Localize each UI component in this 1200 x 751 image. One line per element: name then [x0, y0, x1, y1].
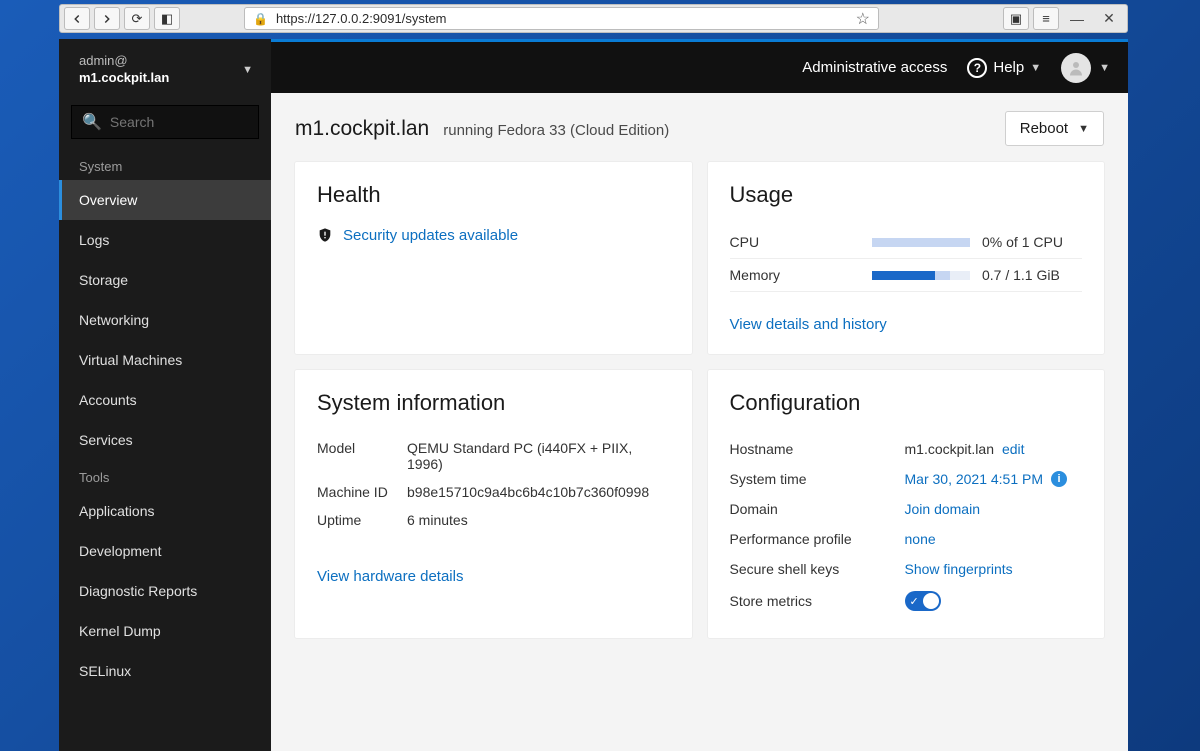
usage-card: Usage CPU 0% of 1 CPU Memory 0.7 / 1. [708, 162, 1105, 354]
search-icon: 🔍 [82, 112, 102, 132]
chevron-down-icon: ▼ [1030, 62, 1041, 74]
sidebar-item-networking[interactable]: Networking [59, 300, 271, 340]
sidebar-item-development[interactable]: Development [59, 531, 271, 571]
config-key-domain: Domain [730, 501, 905, 517]
administrative-access-link[interactable]: Administrative access [802, 59, 947, 76]
sidebar-item-logs[interactable]: Logs [59, 220, 271, 260]
reboot-button[interactable]: Reboot ▼ [1005, 111, 1104, 146]
browser-reload-button[interactable]: ⟳ [124, 7, 150, 30]
sidebar: admin@ m1.cockpit.lan ▼ 🔍 System Overvie… [59, 39, 271, 751]
system-time-link[interactable]: Mar 30, 2021 4:51 PM [905, 471, 1044, 487]
help-icon: ? [967, 58, 987, 78]
sysinfo-val: 6 minutes [407, 512, 670, 528]
sidebar-item-applications[interactable]: Applications [59, 491, 271, 531]
browser-home-button[interactable]: ◧ [154, 7, 180, 30]
help-label: Help [993, 59, 1024, 76]
sidebar-item-kernel-dump[interactable]: Kernel Dump [59, 611, 271, 651]
sysinfo-key: Model [317, 440, 407, 472]
page-subtitle: running Fedora 33 (Cloud Edition) [443, 122, 669, 139]
usage-label: Memory [730, 267, 860, 283]
browser-forward-button[interactable] [94, 7, 120, 30]
config-key-perf: Performance profile [730, 531, 905, 547]
info-icon[interactable]: i [1051, 471, 1067, 487]
host-selector-user: admin@ [79, 53, 169, 70]
reboot-label: Reboot [1020, 120, 1068, 137]
join-domain-link[interactable]: Join domain [905, 501, 981, 517]
config-key-systime: System time [730, 471, 905, 487]
url-bar[interactable]: 🔒 https://127.0.0.2:9091/system ☆ [244, 7, 879, 30]
help-menu[interactable]: ? Help ▼ [967, 58, 1041, 78]
sidebar-item-diagnostic[interactable]: Diagnostic Reports [59, 571, 271, 611]
sysinfo-key: Uptime [317, 512, 407, 528]
usage-row-cpu: CPU 0% of 1 CPU [730, 226, 1083, 259]
sysinfo-card: System information Model QEMU Standard P… [295, 370, 692, 638]
chevron-right-icon [100, 12, 114, 26]
usage-value: 0% of 1 CPU [982, 234, 1082, 250]
search-input[interactable] [110, 114, 248, 130]
browser-chrome: ⟳ ◧ 🔒 https://127.0.0.2:9091/system ☆ ▣ … [59, 4, 1128, 33]
host-selector-host: m1.cockpit.lan [79, 70, 169, 87]
sidebar-item-services[interactable]: Services [59, 420, 271, 460]
sysinfo-row: Machine ID b98e15710c9a4bc6b4c10b7c360f0… [317, 478, 670, 506]
content: Administrative access ? Help ▼ ▼ m1.cock… [271, 39, 1128, 751]
edit-hostname-link[interactable]: edit [1002, 441, 1025, 457]
usage-row-memory: Memory 0.7 / 1.1 GiB [730, 259, 1083, 292]
usage-title: Usage [730, 182, 1083, 208]
memory-bar [872, 271, 971, 280]
usage-value: 0.7 / 1.1 GiB [982, 267, 1082, 283]
chevron-down-icon: ▼ [1099, 62, 1110, 74]
sysinfo-val: QEMU Standard PC (i440FX + PIIX, 1996) [407, 440, 670, 472]
chevron-down-icon: ▼ [1078, 123, 1089, 135]
chevron-down-icon: ▼ [242, 64, 253, 76]
sysinfo-key: Machine ID [317, 484, 407, 500]
chevron-left-icon [70, 12, 84, 26]
window-minimize-button[interactable]: — [1063, 7, 1091, 30]
config-key-store: Store metrics [730, 593, 905, 609]
sidebar-search[interactable]: 🔍 [71, 105, 259, 139]
cpu-bar [872, 238, 971, 247]
sysinfo-row: Model QEMU Standard PC (i440FX + PIIX, 1… [317, 434, 670, 478]
lock-warning-icon: 🔒 [253, 12, 268, 26]
nav-section-tools: Tools [59, 460, 271, 491]
shield-alert-icon [317, 226, 333, 244]
config-hostname-value: m1.cockpit.lan [905, 441, 994, 457]
sidebar-item-accounts[interactable]: Accounts [59, 380, 271, 420]
user-menu[interactable]: ▼ [1061, 53, 1110, 83]
sidebar-item-selinux[interactable]: SELinux [59, 651, 271, 691]
nav-section-system: System [59, 149, 271, 180]
hardware-details-link[interactable]: View hardware details [317, 568, 463, 585]
usage-label: CPU [730, 234, 860, 250]
star-icon[interactable]: ☆ [856, 9, 870, 29]
config-key-ssh: Secure shell keys [730, 561, 905, 577]
config-key-hostname: Hostname [730, 441, 905, 457]
security-updates-link[interactable]: Security updates available [343, 227, 518, 244]
browser-back-button[interactable] [64, 7, 90, 30]
show-fingerprints-link[interactable]: Show fingerprints [905, 561, 1013, 577]
app-frame: admin@ m1.cockpit.lan ▼ 🔍 System Overvie… [59, 39, 1128, 751]
store-metrics-toggle[interactable]: ✓ [905, 591, 941, 611]
sysinfo-title: System information [317, 390, 670, 416]
check-icon: ✓ [910, 595, 919, 608]
usage-details-link[interactable]: View details and history [730, 316, 887, 333]
url-text: https://127.0.0.2:9091/system [276, 11, 848, 26]
sidebar-item-storage[interactable]: Storage [59, 260, 271, 300]
sysinfo-row: Uptime 6 minutes [317, 506, 670, 534]
browser-menu-button[interactable]: ≡ [1033, 7, 1059, 30]
page-title: m1.cockpit.lan [295, 117, 429, 141]
sysinfo-val: b98e15710c9a4bc6b4c10b7c360f0998 [407, 484, 670, 500]
sidebar-item-vms[interactable]: Virtual Machines [59, 340, 271, 380]
topbar: Administrative access ? Help ▼ ▼ [271, 39, 1128, 93]
host-selector[interactable]: admin@ m1.cockpit.lan ▼ [59, 39, 271, 101]
sidebar-item-overview[interactable]: Overview [59, 180, 271, 220]
perf-profile-link[interactable]: none [905, 531, 936, 547]
window-close-button[interactable]: ✕ [1095, 7, 1123, 30]
page-header: m1.cockpit.lan running Fedora 33 (Cloud … [271, 93, 1128, 154]
health-title: Health [317, 182, 670, 208]
avatar-icon [1061, 53, 1091, 83]
config-title: Configuration [730, 390, 1083, 416]
browser-download-button[interactable]: ▣ [1003, 7, 1029, 30]
health-card: Health Security updates available [295, 162, 692, 354]
configuration-card: Configuration Hostname m1.cockpit.lan ed… [708, 370, 1105, 638]
